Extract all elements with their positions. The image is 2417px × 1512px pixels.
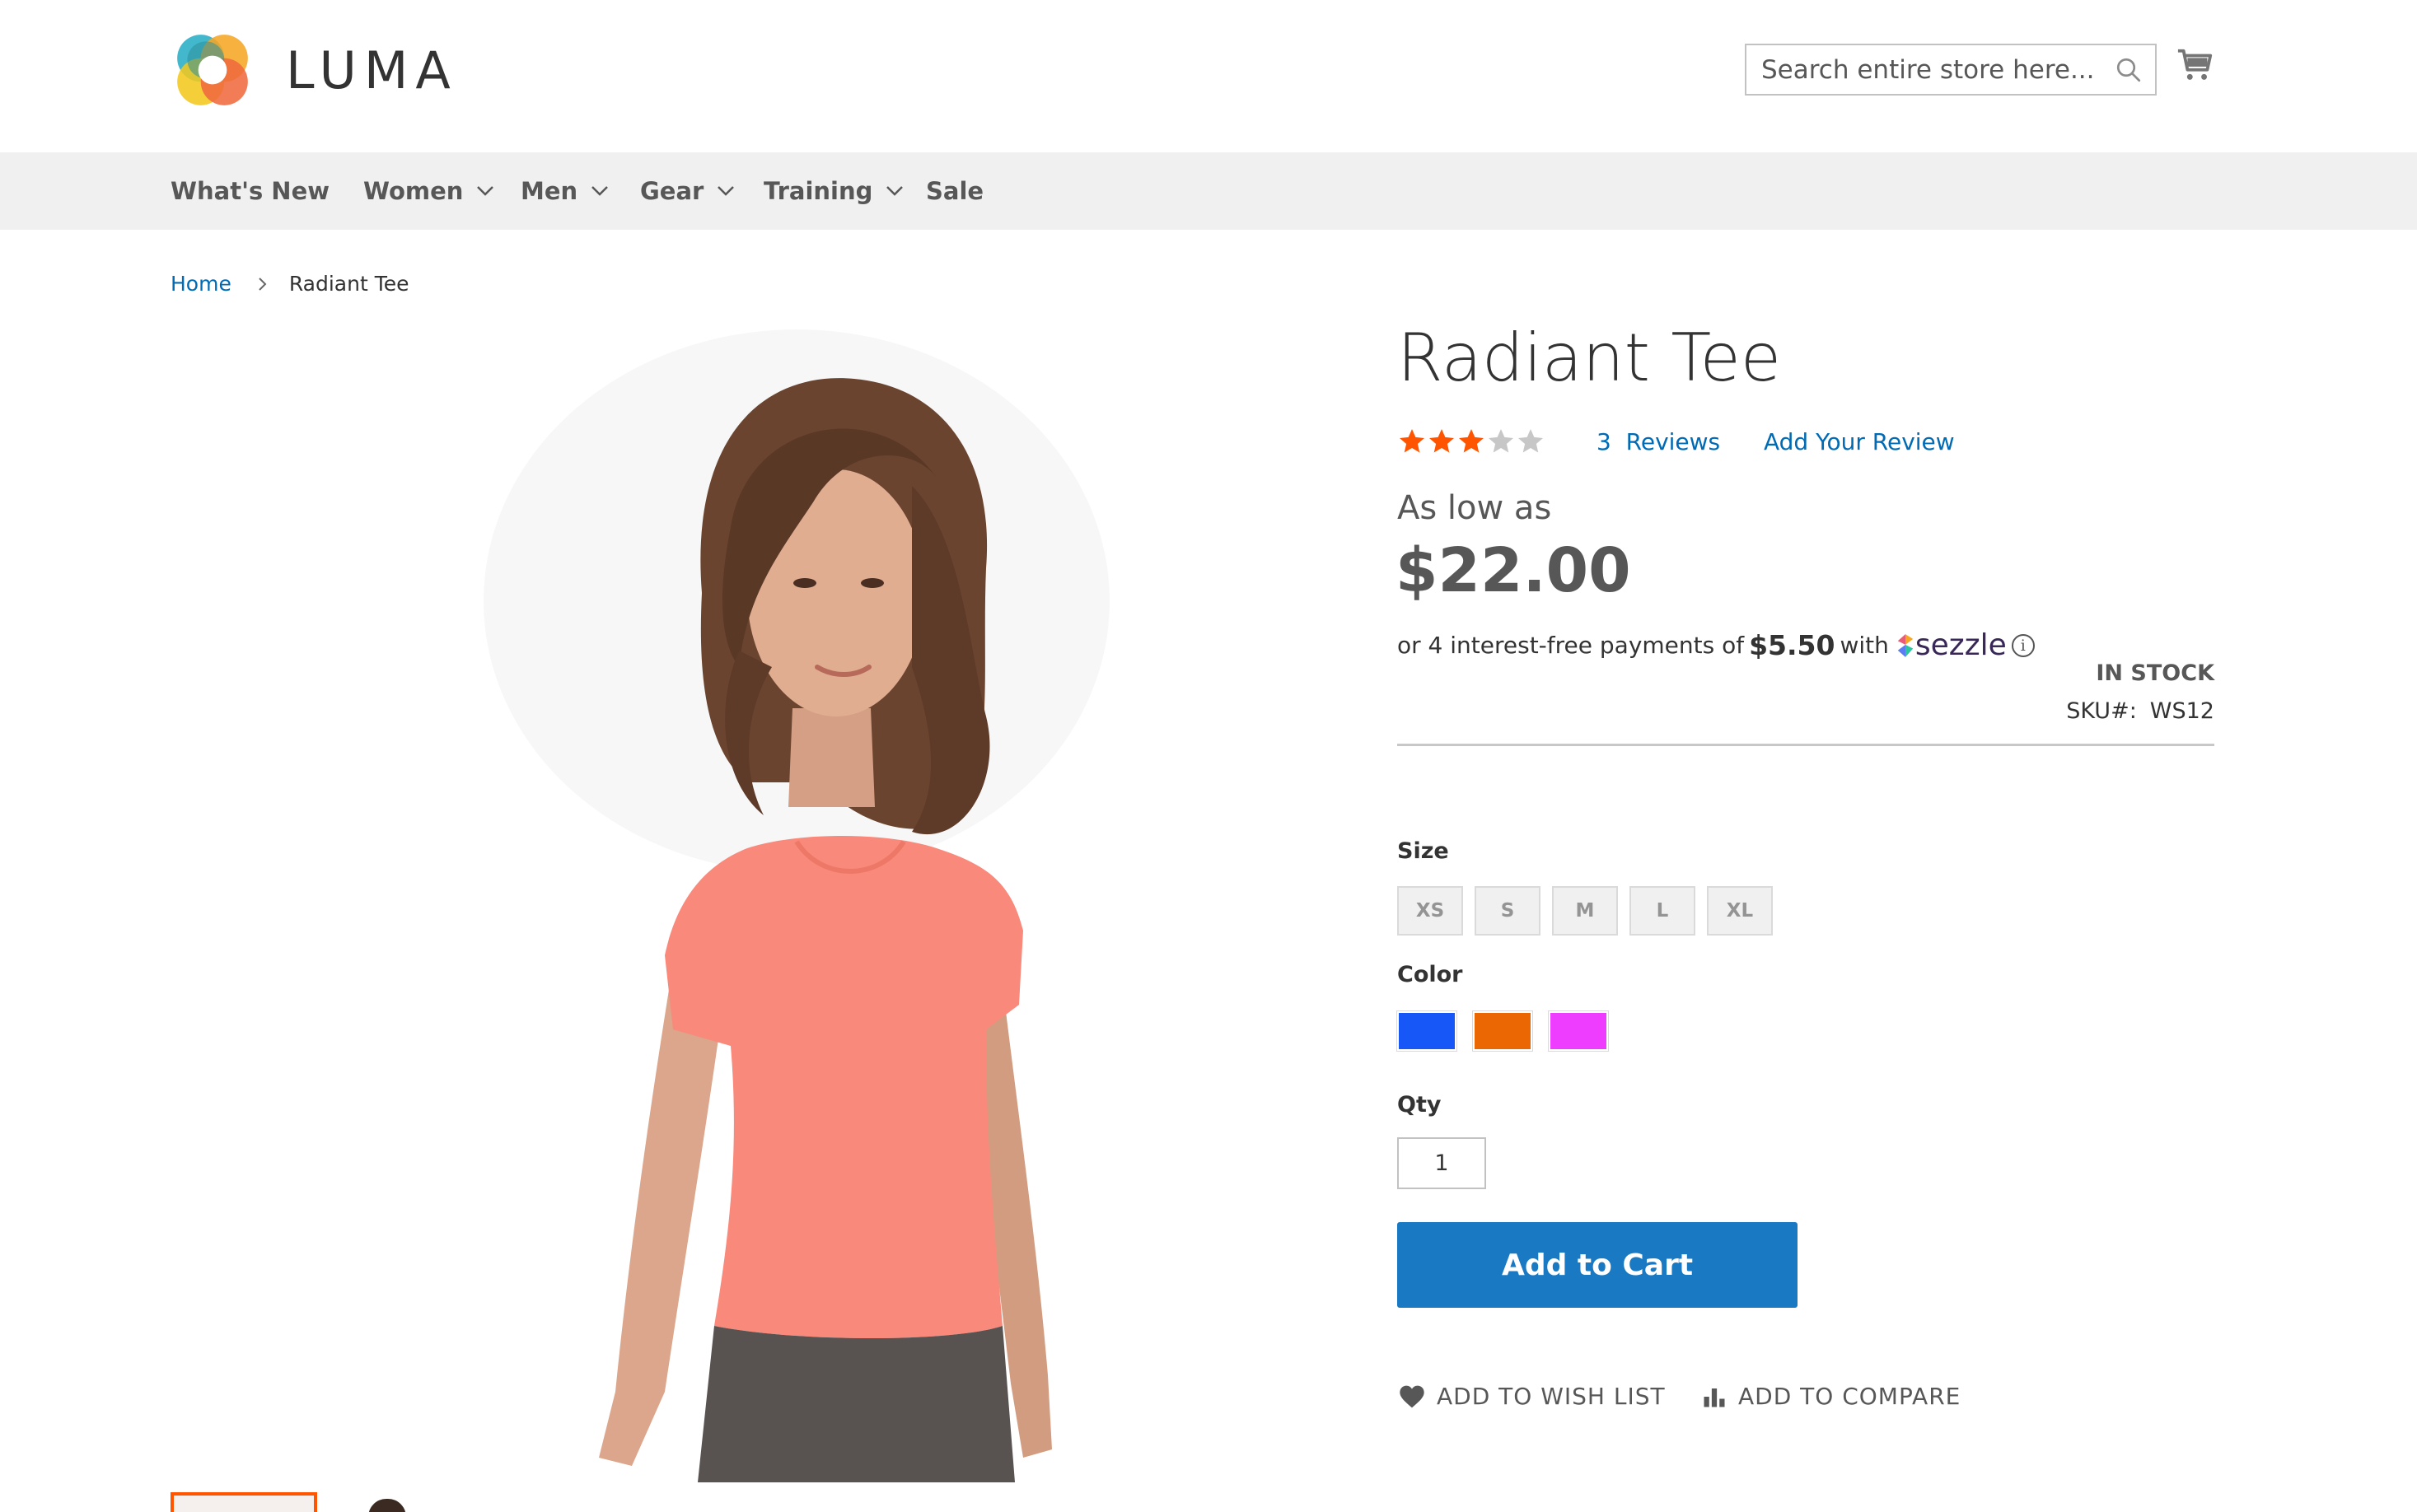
divider	[1397, 744, 2214, 746]
sku-label: SKU#:	[2066, 698, 2137, 724]
star-filled-icon	[1400, 429, 1424, 453]
star-filled-icon	[1429, 429, 1454, 453]
add-to-wishlist-link[interactable]: ADD TO WISH LIST	[1399, 1383, 1666, 1410]
logo-text: LUMA	[286, 40, 458, 100]
product-photo	[484, 329, 1110, 1482]
heart-icon	[1400, 1385, 1424, 1407]
nav-item-women[interactable]: Women	[363, 152, 494, 230]
reviews-count: 3	[1597, 428, 1611, 455]
color-option-orange[interactable]	[1472, 1010, 1533, 1052]
sezzle-with: with	[1840, 632, 1889, 659]
nav-item-label: Men	[521, 177, 578, 205]
nav-item-sale[interactable]: Sale	[926, 152, 984, 230]
qty-input[interactable]	[1397, 1137, 1486, 1189]
sezzle-logo[interactable]: sezzle	[1896, 628, 2007, 662]
search-box	[1745, 44, 2157, 96]
compare-icon	[1704, 1388, 1725, 1407]
luma-logo-icon	[177, 35, 248, 105]
reviews-label: Reviews	[1625, 428, 1721, 455]
add-to-compare-link[interactable]: ADD TO COMPARE	[1702, 1383, 1961, 1410]
nav-item-label: What's New	[171, 177, 330, 205]
nav-item-men[interactable]: Men	[521, 152, 609, 230]
nav-item-label: Sale	[926, 177, 984, 205]
page-header: LUMA	[0, 0, 2417, 152]
sku: SKU#: WS12	[2066, 698, 2214, 724]
sezzle-amount: $5.50	[1749, 629, 1835, 661]
search-icon[interactable]	[2114, 55, 2144, 85]
color-label: Color	[1397, 962, 1463, 987]
nav-item-label: Women	[363, 177, 464, 205]
product-thumbnails	[171, 1492, 500, 1512]
size-option-xl[interactable]: XL	[1707, 886, 1773, 936]
compare-label: ADD TO COMPARE	[1738, 1383, 1961, 1410]
sku-value: WS12	[2149, 698, 2214, 724]
size-option-l[interactable]: L	[1629, 886, 1695, 936]
nav-item-gear[interactable]: Gear	[640, 152, 735, 230]
size-option-s[interactable]: S	[1475, 886, 1540, 936]
wishlist-label: ADD TO WISH LIST	[1437, 1383, 1666, 1410]
stock-status: IN STOCK	[2096, 660, 2214, 686]
nav-item-training[interactable]: Training	[764, 152, 904, 230]
info-icon[interactable]: i	[2011, 633, 2035, 657]
product-image-gallery[interactable]	[171, 321, 1324, 1482]
rating-stars	[1397, 427, 1545, 456]
chevron-down-icon	[591, 186, 609, 196]
color-option-blue[interactable]	[1396, 1010, 1457, 1052]
star-filled-icon	[1459, 429, 1484, 453]
thumbnail[interactable]	[368, 1499, 406, 1512]
nav-item-label: Gear	[640, 177, 704, 205]
chevron-right-icon	[259, 277, 267, 291]
sezzle-brand: sezzle	[1914, 628, 2007, 662]
star-empty-icon	[1518, 429, 1543, 453]
sezzle-installments: or 4 interest-free payments of $5.50 wit…	[1397, 628, 2035, 662]
reviews-link[interactable]: 3 Reviews	[1597, 428, 1720, 455]
chevron-down-icon	[718, 186, 735, 196]
qty-label: Qty	[1397, 1092, 1442, 1118]
store-logo[interactable]: LUMA	[171, 28, 458, 112]
sezzle-prefix: or 4 interest-free payments of	[1397, 632, 1745, 659]
cart-icon[interactable]	[2176, 46, 2214, 84]
product-price: $22.00	[1396, 535, 1631, 606]
size-option-m[interactable]: M	[1552, 886, 1618, 936]
color-option-purple[interactable]	[1548, 1010, 1609, 1052]
size-swatches: XS S M L XL	[1397, 886, 1784, 936]
thumbnail-active[interactable]	[171, 1492, 317, 1512]
rating-summary	[1397, 427, 1545, 456]
size-label: Size	[1397, 838, 1449, 864]
chevron-down-icon	[886, 186, 904, 196]
color-swatches	[1396, 1010, 1625, 1052]
price-label: As low as	[1397, 489, 1552, 527]
chevron-down-icon	[477, 186, 494, 196]
nav-item-whats-new[interactable]: What's New	[171, 152, 330, 230]
size-option-xs[interactable]: XS	[1397, 886, 1463, 936]
add-review-link[interactable]: Add Your Review	[1764, 428, 1955, 455]
star-empty-icon	[1489, 429, 1513, 453]
search-input[interactable]	[1746, 45, 2109, 94]
product-title: Radiant Tee	[1397, 320, 1782, 396]
add-to-cart-button[interactable]: Add to Cart	[1397, 1222, 1798, 1308]
sezzle-mark-icon	[1897, 633, 1914, 657]
main-navigation: What's New Women Men Gear Training Sale	[0, 152, 2417, 230]
breadcrumb-home-link[interactable]: Home	[171, 272, 231, 296]
nav-item-label: Training	[764, 177, 873, 205]
breadcrumb: Home Radiant Tee	[171, 272, 409, 296]
breadcrumb-current: Radiant Tee	[288, 272, 409, 296]
